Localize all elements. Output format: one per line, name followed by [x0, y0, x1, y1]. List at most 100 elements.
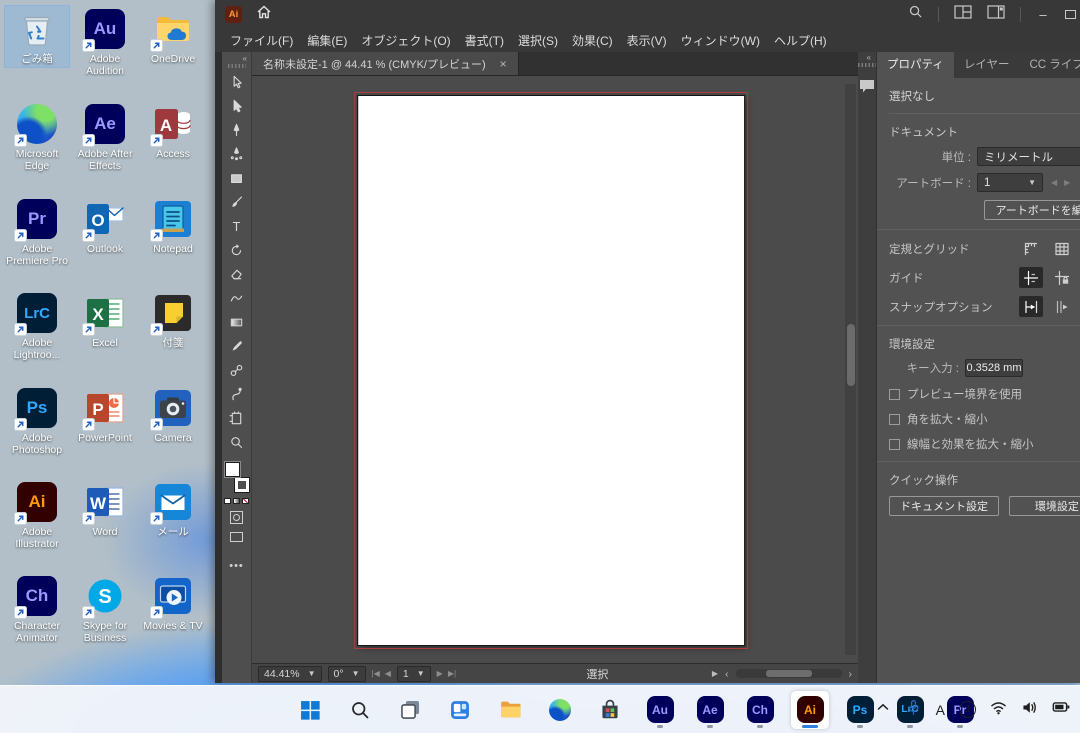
taskbar-widgets-icon[interactable]	[441, 691, 479, 729]
desktop-icon-after-effects[interactable]: AeAdobe After Effects	[73, 101, 137, 175]
scroll-left-icon[interactable]: ‹	[725, 668, 729, 680]
show-guides-icon[interactable]	[1019, 267, 1043, 288]
toolbar-grip[interactable]	[228, 64, 246, 68]
direct-selection-tool[interactable]	[224, 95, 250, 118]
desktop-icon-character-animator[interactable]: ChCharacter Animator	[5, 573, 69, 647]
first-artboard-icon[interactable]: |◀	[372, 669, 380, 678]
symbol-sprayer-tool[interactable]	[224, 383, 250, 406]
selection-tool[interactable]	[224, 71, 250, 94]
next-artboard-icon[interactable]: ▶	[437, 669, 443, 678]
menu-item-0[interactable]: ファイル(F)	[223, 32, 300, 49]
tray-battery-icon[interactable]	[1052, 698, 1070, 721]
fill-swatch[interactable]	[225, 462, 240, 477]
minimize-icon[interactable]: –	[1036, 7, 1050, 22]
desktop-icon-powerpoint[interactable]: PPowerPoint	[73, 385, 137, 446]
edit-artboards-button[interactable]: アートボードを編集	[984, 200, 1080, 220]
taskbar-audition-icon[interactable]: Au	[641, 691, 679, 729]
comments-panel-icon[interactable]	[858, 78, 876, 99]
snap-to-grid-icon[interactable]	[1050, 296, 1074, 317]
menu-item-4[interactable]: 選択(S)	[511, 32, 565, 49]
keyboard-increment-input[interactable]: 0.3528 mm	[965, 359, 1023, 377]
taskbar-file-explorer-icon[interactable]	[491, 691, 529, 729]
taskbar-task-view-icon[interactable]	[391, 691, 429, 729]
rectangle-tool[interactable]	[224, 167, 250, 190]
desktop-icon-premiere[interactable]: PrAdobe Premiere Pro	[5, 196, 69, 270]
maximize-icon[interactable]	[1065, 10, 1076, 19]
panel-tab[interactable]: プロパティ	[877, 52, 954, 78]
next-artboard-arrow-icon[interactable]: ▶	[1064, 178, 1070, 187]
desktop-icon-excel[interactable]: XExcel	[73, 290, 137, 351]
tray-ime-mode-icon[interactable]: J	[959, 701, 976, 718]
menu-item-1[interactable]: 編集(E)	[300, 32, 354, 49]
dock-collapse-icon[interactable]: «	[867, 52, 876, 62]
rotate-tool[interactable]	[224, 239, 250, 262]
taskbar-start-icon[interactable]	[291, 691, 329, 729]
shaper-tool[interactable]	[224, 287, 250, 310]
paintbrush-tool[interactable]	[224, 191, 250, 214]
blend-tool[interactable]	[224, 359, 250, 382]
toolbar-collapse-icon[interactable]: «	[243, 54, 251, 63]
desktop-icon-photoshop[interactable]: PsAdobe Photoshop	[5, 385, 69, 459]
menu-item-8[interactable]: ヘルプ(H)	[767, 32, 834, 49]
previous-artboard-arrow-icon[interactable]: ◀	[1051, 178, 1057, 187]
panel-tab[interactable]: レイヤー	[954, 52, 1020, 78]
dock-grip[interactable]	[858, 63, 876, 67]
illustrator-app-icon[interactable]: Ai	[225, 6, 242, 23]
fill-stroke-indicator[interactable]	[225, 462, 249, 492]
tray-wifi-icon[interactable]	[990, 699, 1007, 721]
unit-dropdown[interactable]: ミリメートル ▼	[977, 147, 1080, 166]
canvas[interactable]	[252, 76, 858, 663]
horizontal-scrollbar[interactable]	[736, 669, 842, 678]
desktop-icon-notepad[interactable]: Notepad	[141, 196, 205, 257]
type-tool[interactable]: T	[224, 215, 250, 238]
tray-ime-a-icon[interactable]: A	[936, 702, 945, 718]
grid-icon[interactable]	[1050, 238, 1074, 259]
eyedropper-tool[interactable]	[224, 335, 250, 358]
arrange-documents-icon[interactable]	[954, 5, 972, 24]
rotation-dropdown[interactable]: 0° ▼	[328, 666, 366, 682]
horizontal-scrollbar-thumb[interactable]	[766, 670, 812, 677]
document-setup-button[interactable]: ドキュメント設定	[889, 496, 999, 516]
scroll-right-icon[interactable]: ›	[849, 668, 853, 680]
menu-item-7[interactable]: ウィンドウ(W)	[674, 32, 767, 49]
vertical-scrollbar-thumb[interactable]	[847, 324, 855, 386]
draw-mode-icon[interactable]	[230, 511, 243, 524]
workspace-switcher-icon[interactable]	[987, 5, 1005, 24]
ruler-icon[interactable]	[1019, 238, 1043, 259]
menu-item-5[interactable]: 効果(C)	[565, 32, 620, 49]
taskbar-store-icon[interactable]	[591, 691, 629, 729]
artboard-tool[interactable]	[224, 407, 250, 430]
status-menu-arrow-icon[interactable]: ▶	[712, 669, 718, 678]
color-swatch-icon[interactable]	[224, 498, 231, 504]
checkbox-1[interactable]	[889, 414, 900, 425]
none-swatch-icon[interactable]	[242, 498, 249, 504]
menu-item-3[interactable]: 書式(T)	[458, 32, 511, 49]
preferences-button[interactable]: 環境設定	[1009, 496, 1080, 516]
desktop-icon-illustrator[interactable]: AiAdobe Illustrator	[5, 479, 69, 553]
gradient-swatch-icon[interactable]	[233, 498, 240, 504]
zoom-level-dropdown[interactable]: 44.41% ▼	[258, 666, 322, 682]
tray-hidden-icons-chevron-icon[interactable]	[875, 699, 891, 720]
desktop-icon-recycle-bin[interactable]: ごみ箱	[5, 6, 69, 67]
desktop-icon-outlook[interactable]: OOutlook	[73, 196, 137, 257]
close-document-icon[interactable]: ×	[500, 57, 507, 71]
panel-tab[interactable]: CC ライブラリ	[1019, 52, 1080, 78]
desktop-icon-lightroom[interactable]: LrCAdobe Lightroo...	[5, 290, 69, 364]
desktop-icon-edge[interactable]: Microsoft Edge	[5, 101, 69, 175]
taskbar-after-effects-icon[interactable]: Ae	[691, 691, 729, 729]
artboard-dropdown[interactable]: 1 ▼	[977, 173, 1043, 192]
vertical-scrollbar[interactable]	[845, 84, 856, 655]
desktop-icon-sticky-notes[interactable]: 付箋	[141, 290, 205, 351]
eraser-tool[interactable]	[224, 263, 250, 286]
last-artboard-icon[interactable]: ▶|	[448, 669, 456, 678]
checkbox-2[interactable]	[889, 439, 900, 450]
desktop-icon-word[interactable]: WWord	[73, 479, 137, 540]
menu-item-6[interactable]: 表示(V)	[620, 32, 674, 49]
edit-toolbar-icon[interactable]: •••	[229, 560, 244, 572]
artboard[interactable]	[358, 96, 744, 645]
screen-mode-icon[interactable]	[230, 532, 243, 542]
search-icon[interactable]	[908, 4, 923, 24]
desktop-icon-access[interactable]: AAccess	[141, 101, 205, 162]
tray-volume-icon[interactable]	[1021, 699, 1038, 721]
stroke-swatch[interactable]	[235, 478, 249, 492]
